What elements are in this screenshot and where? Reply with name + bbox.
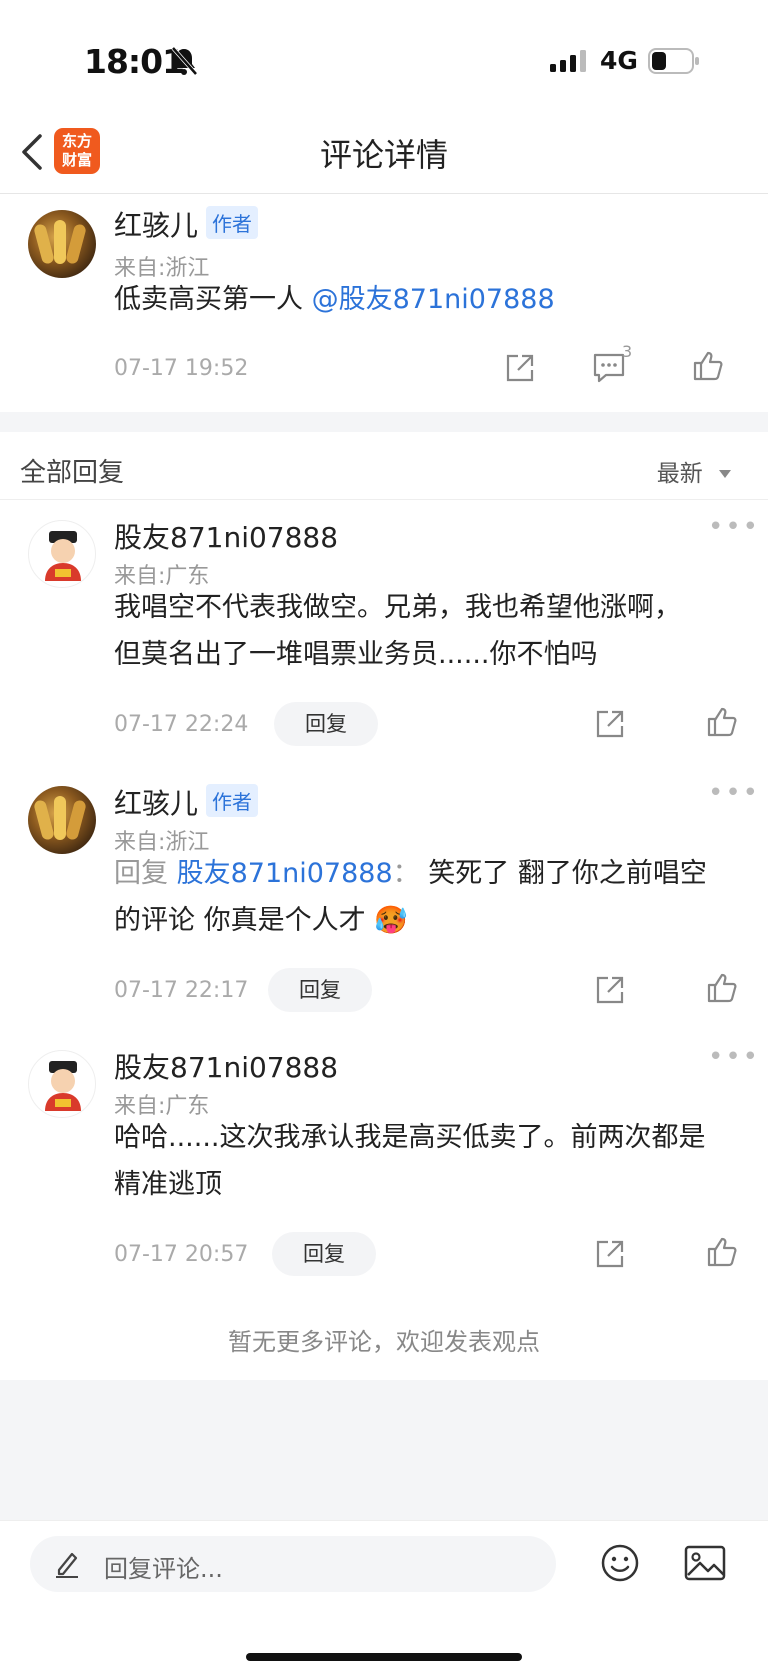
reply-line: 的评论 你真是个人才 (114, 905, 366, 936)
no-more-comments-text: 暂无更多评论，欢迎发表观点 (228, 1328, 540, 1356)
reply-input-placeholder: 回复评论... (104, 1555, 223, 1583)
reply-text: 我唱空不代表我做空。兄弟，我也希望他涨啊， 但莫名出了一堆唱票业务员......… (114, 584, 734, 678)
reply-line: 精准逃顶 (114, 1169, 222, 1200)
reply-section-header: 全部回复 最新 (0, 432, 768, 500)
reply-button[interactable]: 回复 (268, 968, 372, 1012)
mention-link[interactable]: @股友871ni07888 (312, 284, 555, 315)
reply-colon: ： (392, 858, 420, 889)
avatar[interactable] (28, 786, 96, 854)
corn-avatar-image (34, 796, 86, 840)
avatar[interactable] (28, 520, 96, 588)
status-bar: 18:01 4G (0, 0, 768, 110)
main-comment: 红骇儿 作者 来自:浙江 低卖高买第一人 @股友871ni07888 07-17 … (0, 194, 768, 412)
reply-date: 07-17 22:24 (114, 712, 249, 737)
share-icon[interactable] (594, 1238, 626, 1270)
user-name[interactable]: 红骇儿 (114, 787, 198, 820)
reply-line: 笑死了 翻了你之前唱空 (428, 858, 707, 889)
reply-button[interactable]: 回复 (272, 1232, 376, 1276)
reply-date: 07-17 22:17 (114, 978, 249, 1003)
nav-bar: 东方 财富 评论详情 (0, 110, 768, 194)
like-icon[interactable] (706, 706, 738, 738)
bell-off-icon (171, 46, 198, 76)
reply-line: 哈哈......这次我承认我是高买低卖了。前两次都是 (114, 1122, 706, 1153)
like-icon[interactable] (706, 972, 738, 1004)
reply-prefix: 回复 (114, 858, 168, 889)
fortune-god-avatar-image (45, 1061, 81, 1111)
comment-count: 3 (622, 342, 633, 361)
reply-line: 但莫名出了一堆唱票业务员......你不怕吗 (114, 639, 598, 670)
avatar[interactable] (28, 210, 96, 278)
reply-text: 回复 股友871ni07888： 笑死了 翻了你之前唱空 的评论 你真是个人才 … (114, 850, 734, 944)
more-icon[interactable]: ••• (708, 1042, 760, 1072)
like-icon[interactable] (692, 350, 724, 382)
comment-icon[interactable] (592, 352, 626, 384)
more-icon[interactable]: ••• (708, 512, 760, 542)
share-icon[interactable] (594, 974, 626, 1006)
reply-date: 07-17 20:57 (114, 1242, 249, 1267)
network-label: 4G (600, 46, 638, 75)
page-title: 评论详情 (319, 136, 448, 174)
avatar[interactable] (28, 1050, 96, 1118)
reply-target-link[interactable]: 股友871ni07888 (177, 858, 393, 889)
battery-icon (648, 48, 699, 74)
reply-list: 股友871ni07888 ••• 来自:广东 我唱空不代表我做空。兄弟，我也希望… (0, 500, 768, 1380)
all-replies-title: 全部回复 (20, 458, 125, 488)
fortune-god-avatar-image (45, 531, 81, 581)
reply-line: 我唱空不代表我做空。兄弟，我也希望他涨啊， (114, 592, 681, 623)
home-indicator (246, 1653, 522, 1661)
sort-caret-icon (719, 470, 731, 478)
share-icon[interactable] (504, 352, 536, 384)
user-name[interactable]: 红骇儿 (114, 209, 198, 242)
user-name[interactable]: 股友871ni07888 (114, 516, 338, 556)
share-icon[interactable] (594, 708, 626, 740)
reply-text: 哈哈......这次我承认我是高买低卖了。前两次都是 精准逃顶 (114, 1114, 734, 1208)
comment-text: 低卖高买第一人 @股友871ni07888 (114, 276, 555, 323)
pencil-icon (56, 1552, 78, 1578)
emoji-icon[interactable] (600, 1543, 640, 1583)
comment-date: 07-17 19:52 (114, 356, 249, 381)
image-icon[interactable] (684, 1545, 726, 1581)
like-icon[interactable] (706, 1236, 738, 1268)
emoji-icon: 🥵 (374, 905, 408, 936)
user-name[interactable]: 股友871ni07888 (114, 1046, 338, 1086)
sort-dropdown[interactable]: 最新 (657, 454, 732, 488)
sort-label: 最新 (656, 461, 703, 487)
more-icon[interactable]: ••• (708, 778, 760, 808)
reply-input[interactable]: 回复评论... (30, 1536, 556, 1592)
corn-avatar-image (34, 220, 86, 264)
signal-icon (550, 50, 586, 72)
author-badge: 作者 (206, 784, 259, 817)
comment-body: 低卖高买第一人 (114, 284, 303, 315)
author-badge: 作者 (206, 206, 259, 239)
reply-button[interactable]: 回复 (274, 702, 378, 746)
bottom-bar: 回复评论... (0, 1520, 768, 1670)
